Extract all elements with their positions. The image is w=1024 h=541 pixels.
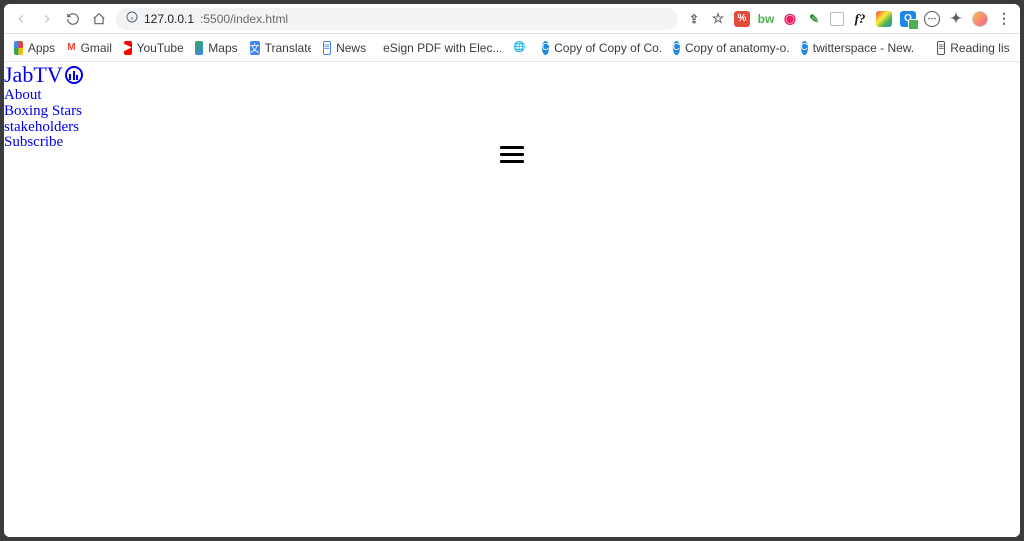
reload-button[interactable]: [64, 10, 82, 28]
browser-window: 127.0.0.1 :5500/index.html ⇪ ☆ % bw ◉ ✎ f…: [4, 4, 1020, 537]
bookmark-item[interactable]: C Copy of Copy of Co...: [542, 41, 661, 55]
share-icon[interactable]: ⇪: [686, 11, 702, 27]
address-bar[interactable]: 127.0.0.1 :5500/index.html: [116, 8, 678, 30]
bookmark-label: Copy of anatomy-o...: [685, 41, 789, 55]
gmail-icon: M: [67, 41, 75, 55]
url-path: :5500/index.html: [200, 12, 288, 26]
bookmark-label: Copy of Copy of Co...: [554, 41, 661, 55]
toolbar-right-icons: ⇪ ☆ % bw ◉ ✎ f? Q ⋯ ✦ ⋮: [686, 11, 1012, 27]
bookmark-item[interactable]: ≡ News: [323, 41, 367, 55]
nav-link-about[interactable]: About: [4, 88, 1020, 104]
extension-icon[interactable]: ◉: [782, 11, 798, 27]
globe-icon: 🌐: [513, 41, 525, 55]
extension-icon[interactable]: f?: [852, 11, 868, 27]
bookmark-star-icon[interactable]: ☆: [710, 11, 726, 27]
bookmark-item[interactable]: M Gmail: [67, 41, 112, 55]
maps-icon: [195, 41, 204, 55]
url-host: 127.0.0.1: [144, 12, 194, 26]
youtube-icon: ▶: [124, 41, 132, 55]
profile-avatar-icon[interactable]: [972, 11, 988, 27]
browser-menu-icon[interactable]: ⋮: [996, 11, 1012, 27]
news-icon: ≡: [323, 41, 332, 55]
extension-icon[interactable]: %: [734, 11, 750, 27]
bookmark-item[interactable]: C Copy of anatomy-o...: [673, 41, 789, 55]
extension-icon[interactable]: bw: [758, 11, 774, 27]
bookmark-label: News: [336, 41, 366, 55]
bookmark-label: eSign PDF with Elec...: [383, 41, 501, 55]
bookmark-item[interactable]: ▶ YouTube: [124, 41, 183, 55]
bookmark-item[interactable]: C twitterspace - New...: [801, 41, 914, 55]
c-icon: C: [801, 41, 808, 55]
bookmarks-bar: Apps M Gmail ▶ YouTube Maps 文 Translate …: [4, 34, 1020, 62]
reading-list-label: Reading list: [950, 41, 1010, 55]
bookmark-item[interactable]: Apps: [14, 41, 55, 55]
site-info-icon[interactable]: [126, 11, 138, 26]
apps-icon: [14, 41, 23, 55]
bookmark-item[interactable]: 🌐: [513, 41, 530, 55]
bookmark-label: twitterspace - New...: [813, 41, 914, 55]
site-nav-list: About Boxing Stars stakeholders Subscrib…: [4, 88, 1020, 151]
bookmark-item[interactable]: eSign PDF with Elec...: [378, 41, 501, 55]
extension-icon[interactable]: Q: [900, 11, 916, 27]
bookmark-label: Apps: [28, 41, 55, 55]
extension-icon[interactable]: [830, 12, 844, 26]
bookmark-label: Gmail: [81, 41, 112, 55]
extensions-menu-icon[interactable]: ✦: [948, 11, 964, 27]
bookmark-label: Translate: [265, 41, 311, 55]
bookmark-item[interactable]: Maps: [195, 41, 238, 55]
c-icon: C: [673, 41, 680, 55]
bookmark-item[interactable]: 文 Translate: [250, 41, 311, 55]
extension-icon[interactable]: [876, 11, 892, 27]
brand-text: JabTV: [4, 62, 63, 88]
extension-icon[interactable]: ⋯: [924, 11, 940, 27]
nav-link-boxing-stars[interactable]: Boxing Stars: [4, 104, 1020, 120]
translate-icon: 文: [250, 41, 260, 55]
reading-list-button[interactable]: ≡ Reading list: [937, 41, 1010, 55]
page-viewport: JabTV About Boxing Stars stakeholders Su…: [4, 62, 1020, 537]
bookmark-label: YouTube: [137, 41, 183, 55]
hamburger-menu-icon[interactable]: [500, 146, 524, 163]
nav-link-stakeholders[interactable]: stakeholders: [4, 120, 1020, 136]
bookmark-label: Maps: [208, 41, 237, 55]
home-button[interactable]: [90, 10, 108, 28]
brand-logo-icon: [65, 66, 83, 84]
extension-icon[interactable]: ✎: [806, 11, 822, 27]
browser-toolbar: 127.0.0.1 :5500/index.html ⇪ ☆ % bw ◉ ✎ f…: [4, 4, 1020, 34]
forward-button[interactable]: [38, 10, 56, 28]
c-icon: C: [542, 41, 549, 55]
site-brand[interactable]: JabTV: [4, 62, 1020, 88]
back-button[interactable]: [12, 10, 30, 28]
reading-list-icon: ≡: [937, 41, 945, 55]
